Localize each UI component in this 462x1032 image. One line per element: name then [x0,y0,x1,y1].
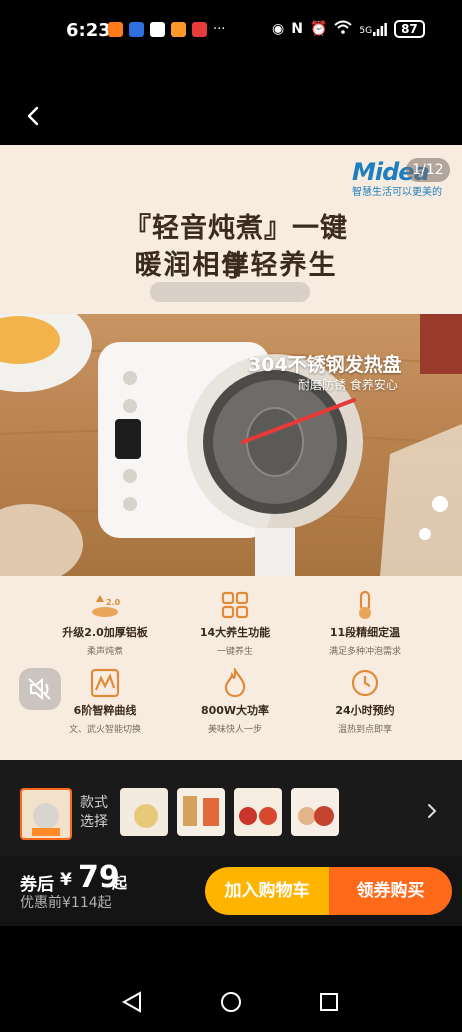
feature-item: 2.0 升级2.0加厚铝板 柔声炖煮 [40,590,170,657]
mute-button[interactable] [19,668,61,710]
more-notifications: ··· [213,22,226,37]
feature-title: 24小时预约 [335,704,395,717]
app-notification-icon [108,22,123,37]
currency-symbol: ¥ [60,870,72,890]
price-suffix: 起 [112,874,128,892]
alarm-icon: ⏰ [309,21,328,37]
eye-icon: ◉ [272,21,285,37]
battery-indicator: 87 [394,20,425,38]
system-icons: ◉ N ⏰ 5G 87 [272,20,425,38]
feature-item: 11段精细定温 满足多种冲泡需求 [300,590,430,657]
style-thumbnail-selected[interactable] [20,788,72,840]
feature-sub: 满足多种冲泡需求 [328,647,401,657]
more-styles-button[interactable] [422,801,442,821]
image-counter: 1/12 [406,158,450,182]
original-price: 优惠前¥114起 [20,895,112,911]
notification-icons: ··· [108,22,225,37]
svg-text:2.0: 2.0 [106,598,120,607]
system-nav-bar [0,960,462,1028]
headline-line2: 暖润相伴轻养生 [134,250,338,281]
back-button[interactable] [22,104,46,128]
nfc-icon: N [291,21,303,37]
buy-with-coupon-button[interactable]: 领券购买 [329,867,452,915]
style-thumbnail[interactable] [234,788,282,836]
style-thumbnail[interactable] [177,788,225,836]
flame-icon [220,666,250,698]
chevron-left-icon [27,106,39,126]
feature-sub: 美味快人一步 [207,725,262,735]
app-notification-icon [150,22,165,37]
app-notification-icon [192,22,207,37]
feature-callout-sub: 耐磨防锈 食养安心 [298,378,398,392]
clock-icon [350,668,380,698]
thermometer-icon [350,590,380,620]
network-type: 5G [359,25,373,36]
app-notification-icon [171,22,186,37]
feature-title: 11段精细定温 [329,626,401,639]
grid-functions-icon [220,590,250,620]
feature-sub: 柔声炖煮 [86,647,123,657]
feature-item: 24小时预约 温热到点即享 [300,668,430,735]
feature-title: 升级2.0加厚铝板 [62,626,148,639]
signal-icon: 5G [359,22,387,36]
feature-sub: 一键养生 [216,647,253,657]
upgrade-plate-icon: 2.0 [90,590,121,620]
nav-back-icon[interactable] [121,991,141,1013]
speaker-muted-icon [28,677,51,701]
wifi-icon [334,20,353,38]
feature-sub: 温热到点即享 [337,725,392,735]
style-thumbnail[interactable] [291,788,339,836]
app-notification-icon [129,22,144,37]
nav-home-icon[interactable] [221,992,241,1012]
status-time: 6:23 [66,20,111,41]
feature-callout: 304不锈钢发热盘 [248,354,402,376]
style-thumbnail[interactable] [120,788,168,836]
feature-title: 14大养生功能 [199,626,271,639]
style-select-label[interactable]: 款式选择 [80,794,110,832]
curve-chart-icon [90,668,120,698]
feature-title: 800W大功率 [200,704,270,717]
brand-slogan: 智慧生活可以更美的 [352,187,442,198]
add-to-cart-button[interactable]: 加入购物车 [205,867,329,915]
nav-recents-icon[interactable] [320,993,338,1011]
chevron-right-icon [428,804,437,818]
feature-item: 14大养生功能 一键养生 [170,590,300,657]
model-pill [150,282,310,302]
feature-item: 800W大功率 美味快人一步 [170,666,300,735]
feature-sub: 文、武火智能切换 [68,725,141,735]
